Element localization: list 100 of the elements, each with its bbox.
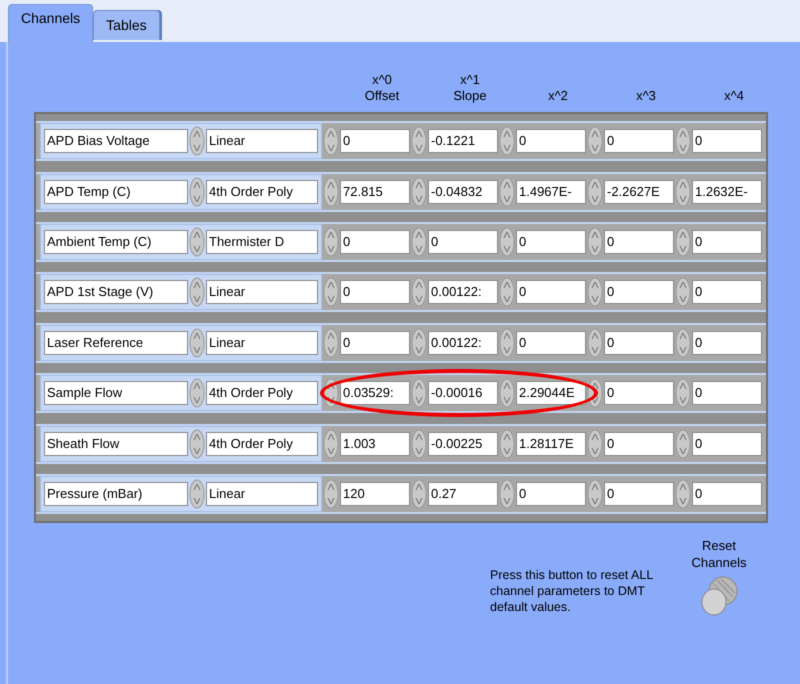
- coefficient-field[interactable]: 0: [516, 330, 586, 355]
- coefficient-field[interactable]: 0: [340, 230, 410, 254]
- spinner-arrows-icon[interactable]: [189, 378, 205, 408]
- spinner-arrows-icon[interactable]: [189, 277, 205, 308]
- coefficient-field[interactable]: 0: [428, 230, 498, 254]
- coefficient-field[interactable]: 0: [692, 482, 762, 506]
- spinner-arrows-icon[interactable]: [675, 226, 691, 257]
- coefficient-field[interactable]: 72.815: [340, 180, 410, 204]
- coefficient-field[interactable]: 0: [604, 330, 674, 355]
- spinner-arrows-icon[interactable]: [411, 328, 427, 358]
- coefficient-field[interactable]: 0: [516, 482, 586, 506]
- spinner-arrows-icon[interactable]: [587, 428, 603, 459]
- channel-name-field[interactable]: Sheath Flow: [44, 432, 188, 456]
- coefficient-field[interactable]: 0.03529:: [340, 381, 410, 406]
- spinner-arrows-icon[interactable]: [499, 328, 515, 358]
- coefficient-field[interactable]: -0.04832: [428, 180, 498, 204]
- spinner-arrows-icon[interactable]: [499, 378, 515, 408]
- conversion-type-field[interactable]: Linear: [206, 280, 318, 304]
- coefficient-field[interactable]: 0: [604, 230, 674, 254]
- conversion-type-field[interactable]: 4th Order Poly: [206, 180, 318, 204]
- coefficient-field[interactable]: 0: [604, 129, 674, 154]
- spinner-arrows-icon[interactable]: [499, 226, 515, 257]
- coefficient-field[interactable]: 0: [692, 129, 762, 154]
- spinner-arrows-icon[interactable]: [587, 126, 603, 156]
- conversion-type-field[interactable]: Linear: [206, 330, 318, 355]
- spinner-arrows-icon[interactable]: [323, 277, 339, 308]
- reset-knob-button[interactable]: [699, 575, 739, 618]
- conversion-type-field[interactable]: Linear: [206, 482, 318, 506]
- spinner-arrows-icon[interactable]: [323, 328, 339, 358]
- coefficient-field[interactable]: 0: [340, 129, 410, 154]
- coefficient-field[interactable]: 0: [692, 280, 762, 304]
- spinner-arrows-icon[interactable]: [675, 478, 691, 509]
- spinner-arrows-icon[interactable]: [323, 378, 339, 408]
- spinner-arrows-icon[interactable]: [323, 226, 339, 257]
- coefficient-field[interactable]: 0: [604, 381, 674, 406]
- spinner-arrows-icon[interactable]: [411, 378, 427, 408]
- conversion-type-field[interactable]: 4th Order Poly: [206, 432, 318, 456]
- spinner-arrows-icon[interactable]: [587, 277, 603, 308]
- coefficient-field[interactable]: -0.00225: [428, 432, 498, 456]
- channel-name-field[interactable]: APD 1st Stage (V): [44, 280, 188, 304]
- coefficient-field[interactable]: 1.003: [340, 432, 410, 456]
- coefficient-field[interactable]: 0: [692, 230, 762, 254]
- channel-name-field[interactable]: Ambient Temp (C): [44, 230, 188, 254]
- spinner-arrows-icon[interactable]: [587, 378, 603, 408]
- spinner-arrows-icon[interactable]: [675, 328, 691, 358]
- coefficient-field[interactable]: -2.2627E: [604, 180, 674, 204]
- coefficient-field[interactable]: 0: [604, 482, 674, 506]
- spinner-arrows-icon[interactable]: [323, 176, 339, 207]
- coefficient-field[interactable]: 0: [604, 432, 674, 456]
- coefficient-field[interactable]: 1.28117E: [516, 432, 586, 456]
- tab[interactable]: Channels: [8, 4, 94, 42]
- spinner-arrows-icon[interactable]: [675, 126, 691, 156]
- spinner-arrows-icon[interactable]: [499, 126, 515, 156]
- coefficient-field[interactable]: 2.29044E: [516, 381, 586, 406]
- spinner-arrows-icon[interactable]: [411, 277, 427, 308]
- spinner-arrows-icon[interactable]: [411, 478, 427, 509]
- coefficient-field[interactable]: 0: [692, 432, 762, 456]
- spinner-arrows-icon[interactable]: [675, 428, 691, 459]
- coefficient-field[interactable]: 1.4967E-: [516, 180, 586, 204]
- conversion-type-field[interactable]: Thermister D: [206, 230, 318, 254]
- spinner-arrows-icon[interactable]: [411, 176, 427, 207]
- coefficient-field[interactable]: 0: [340, 280, 410, 304]
- tab[interactable]: Tables: [93, 10, 160, 40]
- coefficient-field[interactable]: -0.00016: [428, 381, 498, 406]
- spinner-arrows-icon[interactable]: [189, 226, 205, 257]
- coefficient-field[interactable]: 0: [692, 330, 762, 355]
- spinner-arrows-icon[interactable]: [189, 176, 205, 207]
- spinner-arrows-icon[interactable]: [411, 428, 427, 459]
- spinner-arrows-icon[interactable]: [499, 428, 515, 459]
- channel-name-field[interactable]: Laser Reference: [44, 330, 188, 355]
- channel-name-field[interactable]: APD Temp (C): [44, 180, 188, 204]
- spinner-arrows-icon[interactable]: [499, 478, 515, 509]
- spinner-arrows-icon[interactable]: [499, 176, 515, 207]
- coefficient-field[interactable]: 0: [516, 129, 586, 154]
- coefficient-field[interactable]: 0: [516, 280, 586, 304]
- spinner-arrows-icon[interactable]: [411, 126, 427, 156]
- spinner-arrows-icon[interactable]: [675, 277, 691, 308]
- spinner-arrows-icon[interactable]: [587, 176, 603, 207]
- conversion-type-field[interactable]: Linear: [206, 129, 318, 154]
- spinner-arrows-icon[interactable]: [323, 428, 339, 459]
- channel-name-field[interactable]: Pressure (mBar): [44, 482, 188, 506]
- spinner-arrows-icon[interactable]: [189, 478, 205, 509]
- spinner-arrows-icon[interactable]: [587, 328, 603, 358]
- coefficient-field[interactable]: 0: [692, 381, 762, 406]
- spinner-arrows-icon[interactable]: [499, 277, 515, 308]
- spinner-arrows-icon[interactable]: [323, 478, 339, 509]
- spinner-arrows-icon[interactable]: [675, 176, 691, 207]
- channel-name-field[interactable]: Sample Flow: [44, 381, 188, 406]
- coefficient-field[interactable]: 0.00122:: [428, 280, 498, 304]
- spinner-arrows-icon[interactable]: [189, 328, 205, 358]
- coefficient-field[interactable]: 120: [340, 482, 410, 506]
- spinner-arrows-icon[interactable]: [587, 226, 603, 257]
- spinner-arrows-icon[interactable]: [411, 226, 427, 257]
- spinner-arrows-icon[interactable]: [189, 126, 205, 156]
- spinner-arrows-icon[interactable]: [675, 378, 691, 408]
- spinner-arrows-icon[interactable]: [587, 478, 603, 509]
- coefficient-field[interactable]: 0: [340, 330, 410, 355]
- spinner-arrows-icon[interactable]: [189, 428, 205, 459]
- coefficient-field[interactable]: 1.2632E-: [692, 180, 762, 204]
- coefficient-field[interactable]: 0.00122:: [428, 330, 498, 355]
